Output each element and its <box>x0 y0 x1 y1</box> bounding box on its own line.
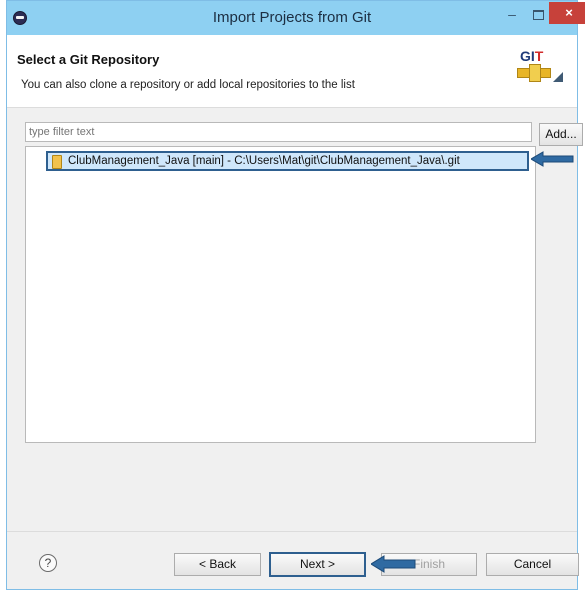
next-button[interactable]: Next > <box>269 552 366 577</box>
arrow-left-icon <box>371 555 416 573</box>
git-logo-corner <box>553 72 563 82</box>
footer-divider <box>7 531 577 532</box>
git-logo-text: GIT <box>520 48 543 64</box>
title-bar[interactable]: Import Projects from Git – × <box>7 1 585 35</box>
maximize-button[interactable] <box>525 3 551 25</box>
git-repository-icon <box>52 155 62 169</box>
close-button[interactable]: × <box>549 2 585 24</box>
wizard-header: Select a Git Repository You can also clo… <box>7 35 577 108</box>
minimize-button[interactable]: – <box>499 3 525 25</box>
cancel-button[interactable]: Cancel <box>486 553 579 576</box>
import-dialog: Import Projects from Git – × Select a Gi… <box>6 0 585 590</box>
maximize-icon <box>532 10 544 21</box>
git-logo-text-accent: T <box>534 48 544 64</box>
repository-label: ClubManagement_Java [main] - C:\Users\Ma… <box>68 155 460 167</box>
add-repository-button[interactable]: Add... <box>539 123 583 146</box>
window-title: Import Projects from Git <box>212 9 372 26</box>
help-icon[interactable]: ? <box>39 554 57 572</box>
back-button[interactable]: < Back <box>174 553 261 576</box>
page-title: Select a Git Repository <box>17 52 160 67</box>
git-logo-icon: GIT <box>517 48 567 98</box>
git-logo-text-main: GI <box>520 48 535 64</box>
arrow-left-icon <box>531 151 574 167</box>
git-logo-connector <box>529 64 541 82</box>
repository-list[interactable]: ClubManagement_Java [main] - C:\Users\Ma… <box>25 146 536 443</box>
list-item[interactable]: ClubManagement_Java [main] - C:\Users\Ma… <box>46 151 529 171</box>
filter-input[interactable] <box>25 122 532 142</box>
page-description: You can also clone a repository or add l… <box>21 79 355 91</box>
